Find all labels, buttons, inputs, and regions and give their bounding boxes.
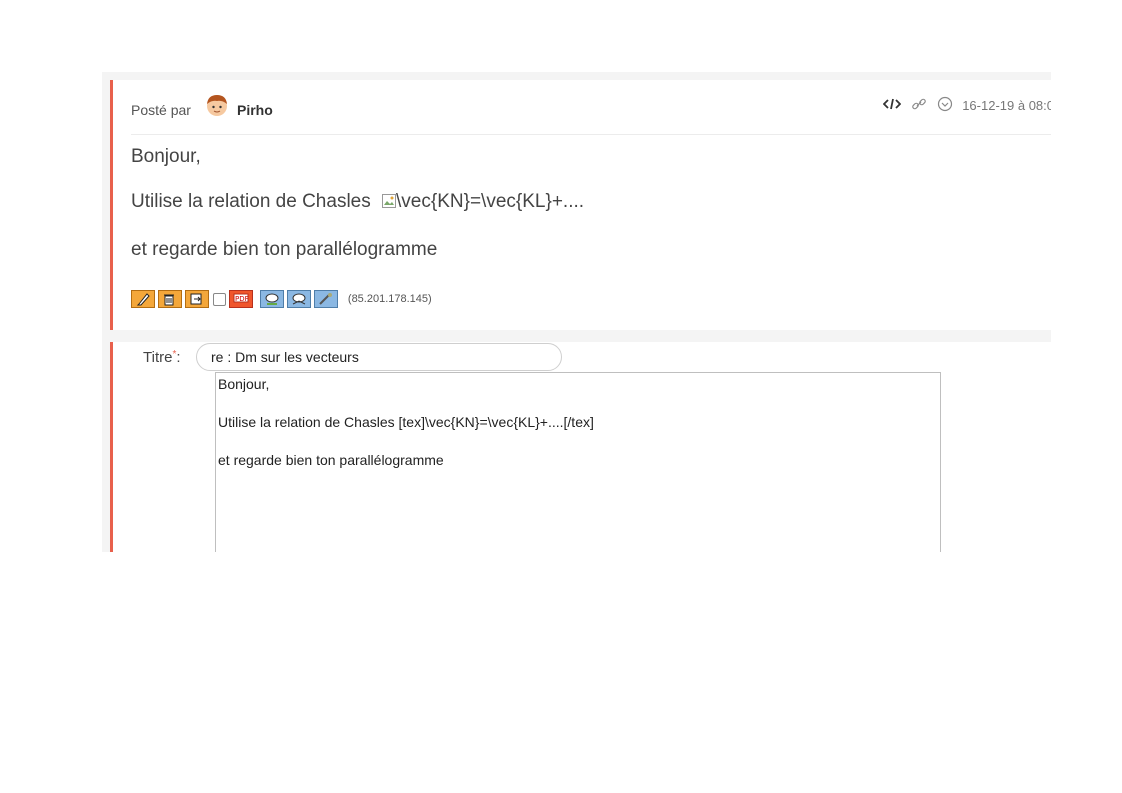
move-button[interactable] <box>185 290 209 308</box>
svg-text:PDF: PDF <box>235 295 249 303</box>
delete-button[interactable] <box>158 290 182 308</box>
edit-button[interactable] <box>131 290 155 308</box>
clock-icon <box>937 96 953 115</box>
post-toolbar: PDF (85.201.178.145) <box>131 290 432 310</box>
reply-form: Titre*: Bonjour, Utilise la relation de … <box>110 342 1051 552</box>
title-label: Titre*: <box>143 349 181 366</box>
title-input[interactable] <box>196 343 562 371</box>
editor-line: Utilise la relation de Chasles [tex]\vec… <box>218 414 594 430</box>
post-line-chasles: Utilise la relation de Chasles \vec{KN}=… <box>131 191 584 213</box>
message-editor[interactable]: Bonjour, Utilise la relation de Chasles … <box>215 372 941 552</box>
tex-image-alt: \vec{KN}=\vec{KL}+.... <box>396 191 585 212</box>
post-header: Posté par Pirho 16-12-19 à 08:0 <box>131 80 1051 135</box>
tools-button[interactable] <box>314 290 339 308</box>
title-label-text: Titre <box>143 349 173 366</box>
code-icon[interactable] <box>883 98 902 113</box>
post-date: 16-12-19 à 08:0 <box>962 98 1051 113</box>
forum-post: Posté par Pirho 16-12-19 à 08:0 Bonjour,… <box>110 80 1051 330</box>
ip-address: (85.201.178.145) <box>347 293 432 305</box>
link-icon[interactable] <box>911 96 927 115</box>
avatar-icon <box>204 92 230 118</box>
broken-image-icon <box>382 192 397 208</box>
pdf-button[interactable]: PDF <box>229 290 253 308</box>
post-greeting: Bonjour, <box>131 146 201 167</box>
editor-line: Bonjour, <box>218 376 270 392</box>
reply-button[interactable] <box>260 290 285 308</box>
title-separator: : <box>176 349 181 366</box>
select-checkbox[interactable] <box>213 292 226 306</box>
post-meta: 16-12-19 à 08:0 <box>883 96 1051 115</box>
quote-button[interactable] <box>287 290 312 308</box>
posted-by-label: Posté par <box>131 102 191 118</box>
post-line-parallelogram: et regarde bien ton parallélogramme <box>131 239 438 260</box>
post-line-chasles-text: Utilise la relation de Chasles <box>131 191 371 212</box>
forum-viewport: Posté par Pirho 16-12-19 à 08:0 Bonjour,… <box>102 72 1051 552</box>
editor-line: et regarde bien ton parallélogramme <box>218 452 444 468</box>
author-name[interactable]: Pirho <box>237 102 273 118</box>
